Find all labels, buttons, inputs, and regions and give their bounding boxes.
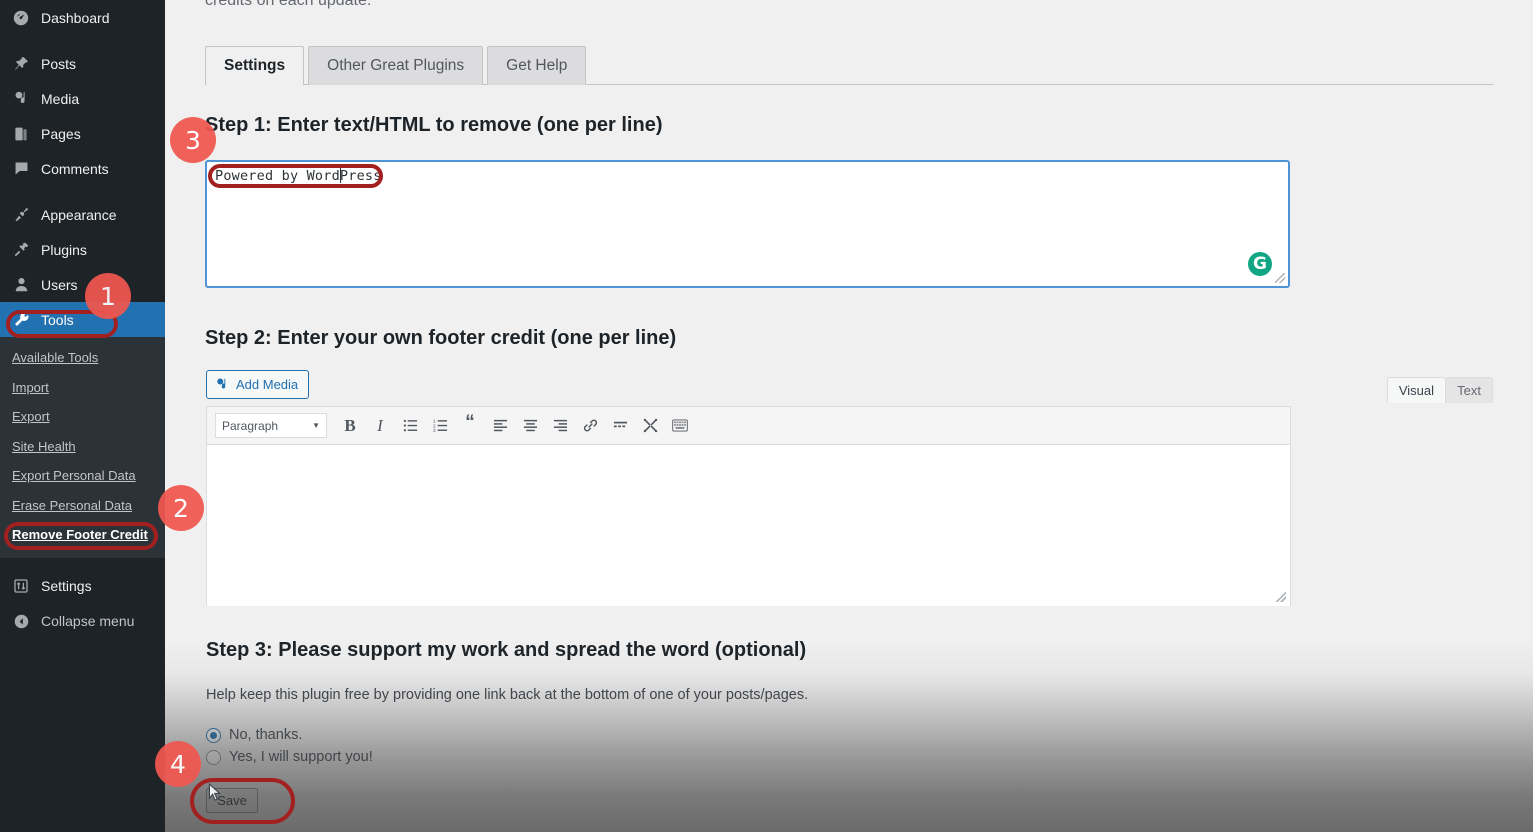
radio-label: Yes, I will support you! [229, 749, 373, 765]
sidebar-item-appearance[interactable]: Appearance [0, 197, 165, 232]
annotation-badge-2: 2 [158, 485, 204, 531]
submenu-item-available-tools[interactable]: Available Tools [0, 343, 165, 373]
sidebar-item-comments[interactable]: Comments [0, 151, 165, 186]
submenu-item-site-health[interactable]: Site Health [0, 432, 165, 462]
sidebar-item-posts[interactable]: Posts [0, 46, 165, 81]
bulleted-list-icon[interactable] [395, 412, 425, 440]
step1-textarea[interactable]: Powered by WordPress G [205, 160, 1290, 288]
bold-icon[interactable]: B [335, 412, 365, 440]
dashboard-icon [10, 8, 32, 28]
tab-other-great-plugins[interactable]: Other Great Plugins [308, 46, 484, 85]
sidebar-item-label: Appearance [41, 206, 117, 223]
textarea-resize-handle[interactable] [1275, 273, 1285, 283]
add-media-label: Add Media [236, 377, 299, 392]
editor-toolbar: Paragraph ▼ B I 123 “ [207, 407, 1290, 445]
sidebar-item-label: Pages [41, 125, 81, 142]
save-button[interactable]: Save [206, 788, 258, 813]
collapse-left-icon [10, 611, 32, 631]
add-media-button[interactable]: Add Media [206, 370, 310, 399]
italic-icon[interactable]: I [365, 412, 395, 440]
annotation-badge-4: 4 [155, 741, 201, 787]
sidebar-item-label: Plugins [41, 241, 87, 258]
radio-button[interactable] [206, 749, 221, 765]
media-icon [215, 377, 230, 392]
blockquote-icon[interactable]: “ [455, 412, 485, 440]
wordpress-admin-screen: Dashboard Posts Media Pages Comments App… [0, 0, 1533, 832]
radio-option-no-thanks[interactable]: No, thanks. [206, 727, 302, 743]
step2-heading: Step 2: Enter your own footer credit (on… [205, 327, 677, 349]
grammarly-icon[interactable]: G [1248, 252, 1272, 276]
sidebar-item-dashboard[interactable]: Dashboard [0, 0, 165, 35]
sidebar-item-label: Media [41, 90, 80, 107]
editor-tab-visual[interactable]: Visual [1386, 377, 1446, 403]
editor-content-area[interactable] [207, 445, 1290, 606]
intro-paragraph-cut: credits on each update. [205, 0, 372, 9]
sidebar-item-pages[interactable]: Pages [0, 116, 165, 151]
pin-icon [10, 54, 32, 74]
admin-sidebar: Dashboard Posts Media Pages Comments App… [0, 0, 173, 832]
sidebar-item-label: Posts [41, 55, 77, 72]
submenu-item-erase-personal-data[interactable]: Erase Personal Data [0, 491, 165, 521]
appearance-icon [10, 205, 32, 225]
read-more-icon[interactable] [605, 412, 635, 440]
step2-editor: Paragraph ▼ B I 123 “ [206, 406, 1291, 606]
annotation-badge-1: 1 [85, 273, 131, 319]
step3-heading: Step 3: Please support my work and sprea… [206, 639, 807, 661]
align-left-icon[interactable] [485, 412, 515, 440]
editor-resize-handle[interactable] [1276, 592, 1286, 602]
chevron-down-icon: ▼ [312, 421, 320, 430]
submenu-item-export-personal-data[interactable]: Export Personal Data [0, 461, 165, 491]
radio-option-yes-support[interactable]: Yes, I will support you! [206, 749, 373, 765]
comments-icon [10, 159, 32, 179]
settings-icon [10, 576, 32, 596]
text-caret [340, 166, 341, 183]
keyboard-shortcuts-icon[interactable] [665, 412, 695, 440]
submenu-item-remove-footer-credit[interactable]: Remove Footer Credit [0, 520, 165, 550]
media-icon [10, 89, 32, 109]
align-right-icon[interactable] [545, 412, 575, 440]
sidebar-item-plugins[interactable]: Plugins [0, 232, 165, 267]
step3-help-text: Help keep this plugin free by providing … [206, 687, 809, 703]
sidebar-item-tools[interactable]: Tools [0, 302, 173, 337]
fullscreen-icon[interactable] [635, 412, 665, 440]
sidebar-item-label: Collapse menu [41, 613, 135, 629]
sidebar-item-label: Comments [41, 160, 109, 177]
insert-link-icon[interactable] [575, 412, 605, 440]
sidebar-item-label: Settings [41, 578, 92, 594]
plugins-icon [10, 240, 32, 260]
plugin-tabs: Settings Other Great Plugins Get Help [205, 46, 1493, 86]
collapse-menu-button[interactable]: Collapse menu [0, 604, 165, 639]
svg-text:3: 3 [433, 428, 436, 433]
sidebar-item-label: Tools [41, 311, 74, 328]
annotation-badge-3: 3 [170, 117, 216, 163]
sidebar-item-settings[interactable]: Settings [0, 569, 165, 604]
tools-icon [10, 310, 32, 330]
submenu-item-import[interactable]: Import [0, 373, 165, 403]
submenu-item-export[interactable]: Export [0, 402, 165, 432]
step1-heading: Step 1: Enter text/HTML to remove (one p… [205, 114, 663, 136]
sidebar-divider [0, 35, 165, 46]
pages-icon [10, 124, 32, 144]
align-center-icon[interactable] [515, 412, 545, 440]
radio-label: No, thanks. [229, 727, 303, 743]
radio-button[interactable] [206, 727, 221, 743]
format-select[interactable]: Paragraph ▼ [215, 413, 327, 438]
users-icon [10, 275, 32, 295]
tab-get-help[interactable]: Get Help [487, 46, 587, 85]
sidebar-item-label: Dashboard [41, 9, 110, 26]
step1-textarea-value: Powered by WordPress [215, 168, 382, 184]
sidebar-item-label: Users [41, 276, 78, 293]
editor-tab-text[interactable]: Text [1445, 377, 1493, 403]
sidebar-item-media[interactable]: Media [0, 81, 165, 116]
tools-submenu: Available Tools Import Export Site Healt… [0, 337, 165, 558]
sidebar-divider [0, 558, 165, 569]
sidebar-divider [0, 186, 165, 197]
numbered-list-icon[interactable]: 123 [425, 412, 455, 440]
format-select-value: Paragraph [222, 418, 279, 433]
tab-settings[interactable]: Settings [205, 46, 305, 86]
sidebar-item-users[interactable]: Users [0, 267, 165, 302]
